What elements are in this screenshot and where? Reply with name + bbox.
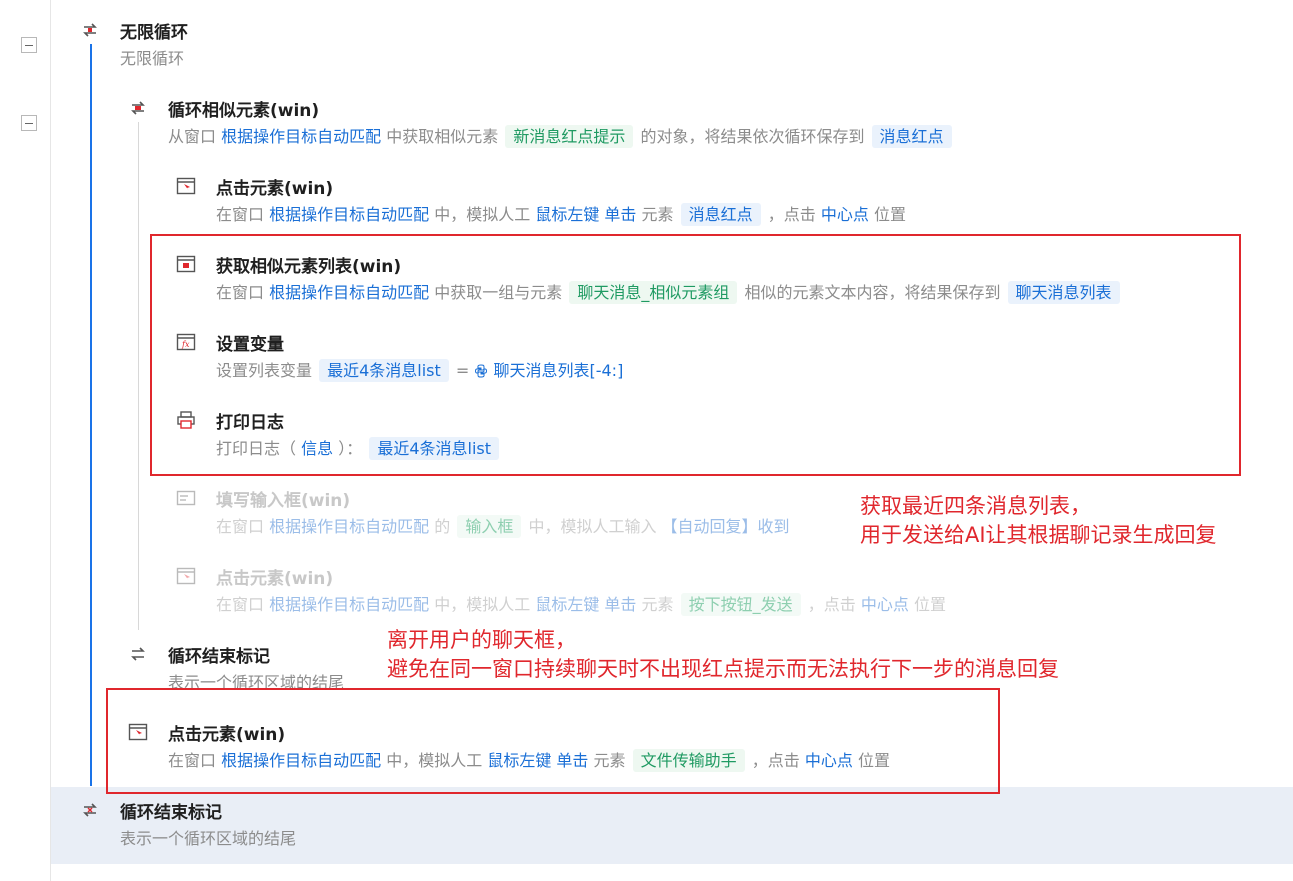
step-title: 循环相似元素(win) xyxy=(168,101,320,121)
loop-infinite-connector xyxy=(90,44,92,786)
target-link[interactable]: 根据操作目标自动匹配 xyxy=(221,127,381,146)
step-desc: 在窗口 根据操作目标自动匹配 的 输入框 中，模拟人工输入 【自动回复】收到 xyxy=(216,515,790,538)
element-tag[interactable]: 输入框 xyxy=(457,515,522,538)
loop-end-icon xyxy=(131,647,145,661)
click-position-link[interactable]: 中心点 xyxy=(861,595,909,614)
target-link[interactable]: 根据操作目标自动匹配 xyxy=(269,517,429,536)
element-tag[interactable]: 按下按钮_发送 xyxy=(680,593,801,616)
click-position-link[interactable]: 中心点 xyxy=(821,205,869,224)
loop-similar-icon xyxy=(131,101,145,115)
target-link[interactable]: 根据操作目标自动匹配 xyxy=(269,595,429,614)
target-link[interactable]: 根据操作目标自动匹配 xyxy=(269,205,429,224)
loop-icon xyxy=(83,23,97,37)
collapse-toggle-loop-infinite[interactable] xyxy=(21,37,37,53)
mouse-action-link[interactable]: 鼠标左键 单击 xyxy=(535,595,636,614)
step-desc: 从窗口 根据操作目标自动匹配 中获取相似元素 新消息红点提示 的对象，将结果依次… xyxy=(168,124,954,150)
step-title: 循环结束标记 xyxy=(120,803,222,823)
step-desc: 在窗口 根据操作目标自动匹配 中，模拟人工 鼠标左键 单击 元素 消息红点 ，点… xyxy=(216,203,906,226)
mouse-action-link[interactable]: 鼠标左键 单击 xyxy=(535,205,636,224)
step-title: 点击元素(win) xyxy=(216,179,334,199)
annotation-note-1: 获取最近四条消息列表， 用于发送给AI让其根据聊记录生成回复 xyxy=(860,494,1217,547)
step-desc: 表示一个循环区域的结尾 xyxy=(120,829,297,848)
step-desc: 无限循环 xyxy=(120,49,185,68)
step-title: 点击元素(win) xyxy=(216,569,334,589)
step-title: 循环结束标记 xyxy=(168,647,270,667)
loop-end-icon xyxy=(83,803,97,817)
variable-tag[interactable]: 消息红点 xyxy=(871,125,952,148)
click-element-icon xyxy=(176,567,196,585)
loop-similar-connector xyxy=(138,122,139,630)
click-element-icon xyxy=(176,177,196,195)
annotation-box-leave-chat xyxy=(106,688,1000,794)
collapse-toggle-loop-similar[interactable] xyxy=(21,115,37,131)
gutter xyxy=(0,0,51,881)
element-tag[interactable]: 新消息红点提示 xyxy=(505,125,634,148)
step-desc: 在窗口 根据操作目标自动匹配 中，模拟人工 鼠标左键 单击 元素 按下按钮_发送… xyxy=(216,593,946,616)
variable-tag[interactable]: 消息红点 xyxy=(680,203,761,226)
step-title: 填写输入框(win) xyxy=(216,491,351,511)
input-text-link[interactable]: 【自动回复】收到 xyxy=(662,517,790,536)
input-icon xyxy=(176,490,196,506)
annotation-note-2: 离开用户的聊天框， 避免在同一窗口持续聊天时不出现红点提示而无法执行下一步的消息… xyxy=(387,628,1059,681)
step-title: 无限循环 xyxy=(120,23,188,43)
annotation-box-get-messages xyxy=(150,234,1241,476)
